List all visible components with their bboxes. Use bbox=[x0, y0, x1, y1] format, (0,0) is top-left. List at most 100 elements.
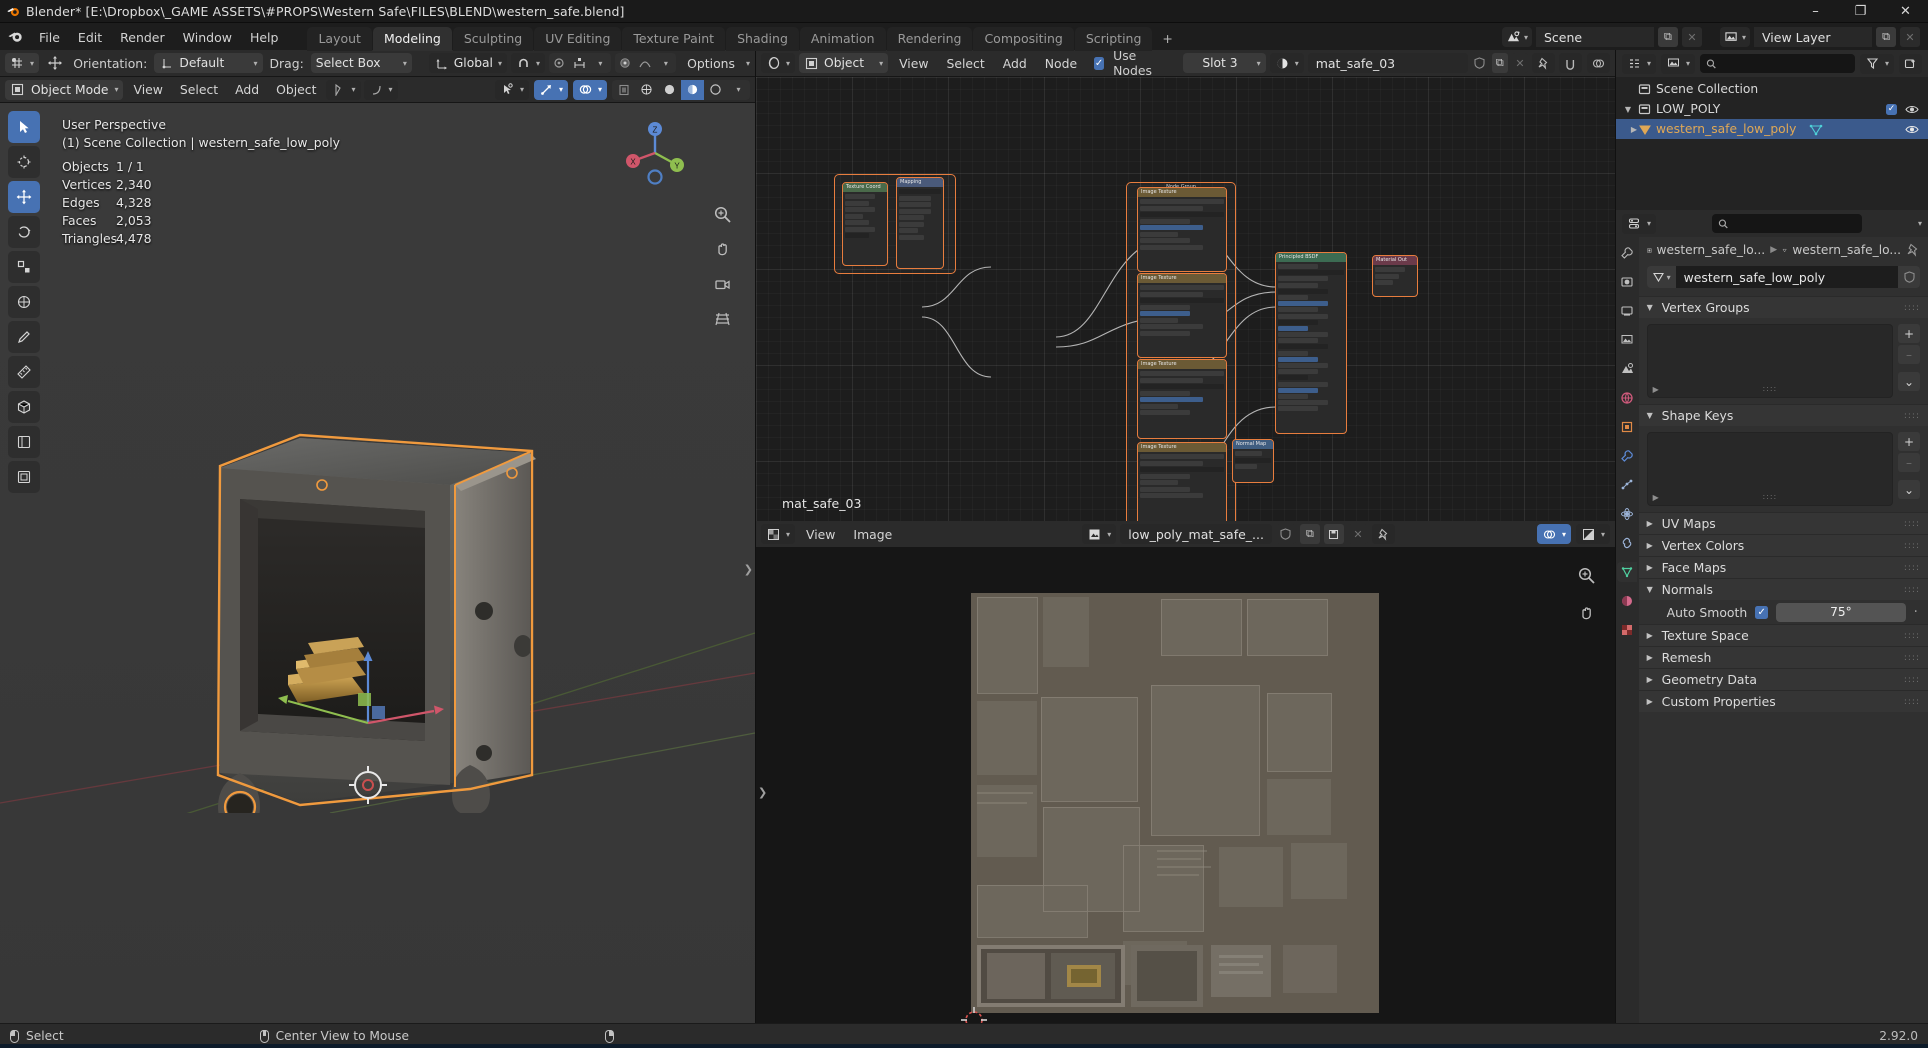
maximize-button[interactable]: ❐ bbox=[1838, 0, 1883, 23]
panel-header-vertex-groups[interactable]: ▼ Vertex Groups :::: bbox=[1638, 296, 1928, 318]
tab-rendering[interactable]: Rendering bbox=[886, 27, 973, 51]
orientation-dropdown[interactable]: Default ▾ bbox=[154, 53, 263, 73]
snap-node-icon[interactable] bbox=[1559, 53, 1582, 73]
material-preview-shading-button[interactable] bbox=[681, 79, 704, 100]
view-layer-browse-icon[interactable]: ▾ bbox=[1719, 27, 1750, 47]
mode-extra-dropdown-2[interactable]: ▾ bbox=[363, 79, 398, 100]
list-expand-arrow[interactable]: ▶ bbox=[1653, 385, 1659, 394]
breadcrumb-object[interactable]: western_safe_lo... bbox=[1657, 243, 1766, 257]
snap-options-caret[interactable]: ▾ bbox=[590, 53, 611, 73]
uv-image-name-field[interactable]: low_poly_mat_safe_... bbox=[1120, 524, 1272, 544]
proportional-falloff-toggle[interactable] bbox=[614, 53, 636, 73]
collection-enable-checkbox[interactable]: ✓ bbox=[1886, 103, 1897, 115]
image-fake-user-button[interactable] bbox=[1275, 524, 1296, 544]
editor-type-uv[interactable]: ▾ bbox=[761, 524, 796, 544]
tool-annotate[interactable] bbox=[8, 321, 40, 353]
viewport-menu-view[interactable]: View bbox=[126, 80, 169, 99]
outliner-search-input[interactable] bbox=[1721, 56, 1849, 71]
tool-rotate[interactable] bbox=[8, 216, 40, 248]
view-layer-selector[interactable]: View Layer bbox=[1754, 27, 1872, 47]
transform-orientation-dropdown[interactable]: Global ▾ bbox=[428, 53, 507, 73]
shader-menu-view[interactable]: View bbox=[892, 54, 935, 73]
shape-keys-listbox[interactable]: ▶ :::: bbox=[1646, 432, 1893, 506]
menu-file[interactable]: File bbox=[30, 28, 69, 47]
transform-pivot-icon[interactable] bbox=[43, 56, 66, 71]
tab-layout[interactable]: Layout bbox=[307, 27, 372, 51]
auto-smooth-angle-slider[interactable]: 75° bbox=[1776, 602, 1906, 622]
pan-hand-icon[interactable] bbox=[709, 236, 735, 262]
eye-icon[interactable] bbox=[1905, 104, 1919, 115]
new-scene-button[interactable]: ⧉ bbox=[1657, 27, 1678, 47]
tab-shading[interactable]: Shading bbox=[726, 27, 799, 51]
mode-extra-dropdown-1[interactable]: ▾ bbox=[326, 79, 361, 100]
tool-transform[interactable] bbox=[8, 286, 40, 318]
unlink-scene-button[interactable]: ✕ bbox=[1681, 27, 1702, 47]
tool-scale[interactable] bbox=[8, 251, 40, 283]
blender-logo-icon[interactable] bbox=[0, 28, 30, 50]
panel-header-texture-space[interactable]: ▶ Texture Space :::: bbox=[1638, 624, 1928, 646]
uv-sidebar-toggle[interactable]: ❯ bbox=[758, 786, 767, 799]
scene-browse-icon[interactable]: ▾ bbox=[1501, 27, 1532, 47]
tab-physics[interactable] bbox=[1617, 504, 1637, 524]
tab-modifiers[interactable] bbox=[1617, 446, 1637, 466]
visibility-dropdown[interactable]: ▾ bbox=[494, 79, 529, 100]
uv-menu-view[interactable]: View bbox=[799, 525, 842, 544]
uv-zoom-icon[interactable] bbox=[1573, 562, 1599, 588]
xray-toggle[interactable] bbox=[612, 79, 635, 100]
falloff-caret[interactable]: ▾ bbox=[655, 53, 677, 73]
tab-uv-editing[interactable]: UV Editing bbox=[534, 27, 622, 51]
tab-object-data[interactable] bbox=[1617, 562, 1638, 582]
properties-search-input[interactable] bbox=[1733, 216, 1856, 231]
tab-material[interactable] bbox=[1617, 591, 1637, 611]
tab-compositing[interactable]: Compositing bbox=[973, 27, 1074, 51]
image-copy-button[interactable]: ⧉ bbox=[1299, 524, 1320, 544]
camera-view-icon[interactable] bbox=[709, 271, 735, 297]
solid-shading-button[interactable] bbox=[658, 79, 681, 100]
scene-selector[interactable]: Scene bbox=[1535, 27, 1654, 47]
new-material-button[interactable]: ⧉ bbox=[1491, 53, 1508, 73]
panel-header-face-maps[interactable]: ▶ Face Maps :::: bbox=[1638, 556, 1928, 578]
use-nodes-checkbox[interactable]: ✓ bbox=[1094, 56, 1105, 70]
vertex-groups-list[interactable]: ▶ :::: + – ⌄ bbox=[1646, 324, 1920, 398]
tab-render[interactable] bbox=[1617, 272, 1637, 292]
material-slot-dropdown[interactable]: Slot 3 ▾ bbox=[1183, 53, 1266, 73]
image-unlink-button[interactable]: ✕ bbox=[1347, 524, 1368, 544]
shape-keys-list[interactable]: ▶ :::: + – ⌄ bbox=[1646, 432, 1920, 506]
expand-arrow-closed[interactable]: ▶ bbox=[1622, 125, 1637, 134]
tab-particles[interactable] bbox=[1617, 475, 1637, 495]
editor-type-properties[interactable]: ▾ bbox=[1622, 213, 1657, 234]
tab-texture-paint[interactable]: Texture Paint bbox=[622, 27, 726, 51]
shader-node-editor[interactable]: Node Group Texture Coord Mapping bbox=[756, 77, 1615, 521]
panel-header-uv-maps[interactable]: ▶ UV Maps :::: bbox=[1638, 512, 1928, 534]
outliner-display-mode-dropdown[interactable]: ▾ bbox=[1661, 53, 1696, 74]
tool-cursor[interactable] bbox=[8, 146, 40, 178]
drag-dropdown[interactable]: Select Box ▾ bbox=[310, 53, 412, 73]
shader-menu-add[interactable]: Add bbox=[996, 54, 1034, 73]
tab-animation[interactable]: Animation bbox=[799, 27, 886, 51]
snapping-toggle[interactable]: ▾ bbox=[511, 53, 546, 73]
wireframe-shading-button[interactable] bbox=[635, 79, 658, 100]
mesh-fake-user-button[interactable] bbox=[1898, 266, 1920, 288]
eye-icon[interactable] bbox=[1905, 124, 1919, 135]
material-name-field[interactable]: mat_safe_03 bbox=[1307, 53, 1468, 73]
node-overlay-icon[interactable] bbox=[1587, 53, 1610, 73]
tab-world[interactable] bbox=[1617, 388, 1637, 408]
panel-header-normals[interactable]: ▼ Normals :::: bbox=[1638, 578, 1928, 600]
uv-menu-image[interactable]: Image bbox=[846, 525, 899, 544]
tab-output[interactable] bbox=[1617, 301, 1637, 321]
outliner-row-western-safe-low-poly[interactable]: ▶ western_safe_low_poly bbox=[1616, 119, 1928, 139]
tab-constraints[interactable] bbox=[1617, 533, 1637, 553]
outliner-filter-button[interactable]: ▾ bbox=[1859, 53, 1894, 74]
menu-render[interactable]: Render bbox=[111, 28, 174, 47]
menu-edit[interactable]: Edit bbox=[69, 28, 111, 47]
outliner-search[interactable] bbox=[1700, 54, 1855, 73]
auto-smooth-checkbox[interactable]: ✓ bbox=[1755, 605, 1769, 619]
new-collection-button[interactable] bbox=[1899, 53, 1922, 74]
viewport-menu-object[interactable]: Object bbox=[269, 80, 323, 99]
vertex-groups-listbox[interactable]: ▶ :::: bbox=[1646, 324, 1893, 398]
properties-options-caret[interactable]: ▾ bbox=[1918, 219, 1922, 228]
mesh-data-browse-icon[interactable]: ▾ bbox=[1646, 266, 1676, 288]
snap-mode-dropdown[interactable]: ▾ bbox=[5, 53, 39, 73]
shape-key-specials-menu[interactable]: ⌄ bbox=[1898, 480, 1920, 499]
fake-user-button[interactable] bbox=[1471, 53, 1488, 73]
